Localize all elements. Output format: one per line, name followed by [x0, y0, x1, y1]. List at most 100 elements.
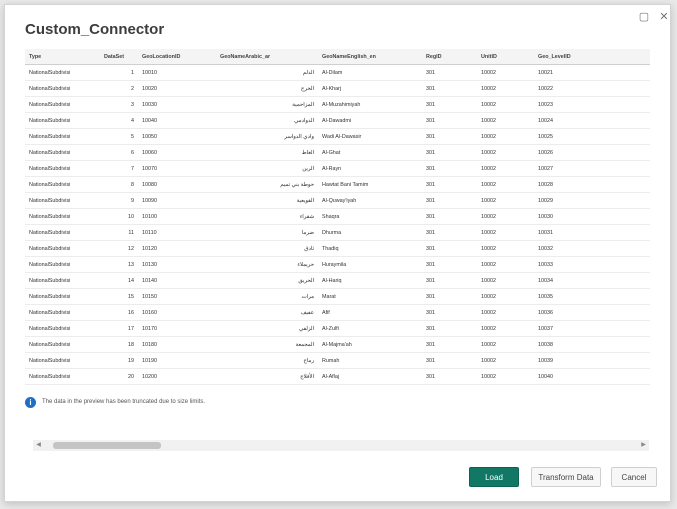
table-row[interactable]: NationalSubdivisi 20 10200 الأفلاج Al-Aflaj 3…	[25, 368, 650, 385]
cancel-button[interactable]: Cancel	[611, 467, 657, 487]
table-cell: Al-Dilam	[318, 64, 422, 81]
table-row[interactable]: NationalSubdivisi 12 10120 ثادق Thadiq 301 100…	[25, 240, 650, 257]
table-cell: 10002	[477, 336, 534, 353]
table-row[interactable]: NationalSubdivisi 7 10070 الرين Al-Rayn 301 10…	[25, 160, 650, 177]
table-cell: 10120	[138, 240, 216, 257]
table-cell: عفيف	[216, 304, 318, 321]
restore-icon[interactable]: ▢	[635, 9, 653, 25]
table-cell: 301	[422, 320, 477, 337]
table-cell: 10080	[138, 176, 216, 193]
scroll-left-icon[interactable]: ◀	[33, 440, 44, 451]
table-cell: 10100	[138, 208, 216, 225]
column-header[interactable]: RegID	[422, 49, 477, 65]
table-cell: NationalSubdivisi	[25, 192, 100, 209]
table-cell: NationalSubdivisi	[25, 288, 100, 305]
table-cell: 10002	[477, 80, 534, 97]
table-cell: رماح	[216, 352, 318, 369]
column-header[interactable]: Type	[25, 49, 100, 65]
table-row[interactable]: NationalSubdivisi 10 10100 شقراء Shaqra 301 10…	[25, 208, 650, 225]
table-cell: 10200	[138, 368, 216, 385]
transform-data-button[interactable]: Transform Data	[531, 467, 601, 487]
table-cell: 10002	[477, 368, 534, 385]
table-cell: 10024	[534, 112, 650, 129]
table-cell: 301	[422, 160, 477, 177]
scroll-right-icon[interactable]: ▶	[638, 440, 649, 451]
table-cell: Al-Ghat	[318, 144, 422, 161]
column-header[interactable]: UnitID	[477, 49, 534, 65]
table-cell: 11	[100, 224, 138, 241]
table-row[interactable]: NationalSubdivisi 1 10010 الدلم Al-Dilam 301 1…	[25, 64, 650, 81]
table-cell: Al-Quway'iyah	[318, 192, 422, 209]
table-cell: 301	[422, 176, 477, 193]
table-cell: NationalSubdivisi	[25, 144, 100, 161]
table-row[interactable]: NationalSubdivisi 9 10090 القويعية Al-Quway'…	[25, 192, 650, 209]
table-cell: 10110	[138, 224, 216, 241]
table-cell: 10002	[477, 320, 534, 337]
table-row[interactable]: NationalSubdivisi 14 10140 الحريق Al-Hariq 30…	[25, 272, 650, 289]
table-cell: 10002	[477, 224, 534, 241]
table-cell: حوطة بني تميم	[216, 176, 318, 193]
table-cell: الغاط	[216, 144, 318, 161]
table-row[interactable]: NationalSubdivisi 17 10170 الزلفي Al-Zulfi 30…	[25, 320, 650, 337]
close-icon[interactable]: ✕	[655, 9, 673, 25]
load-button[interactable]: Load	[469, 467, 519, 487]
table-cell: 13	[100, 256, 138, 273]
table-cell: 301	[422, 208, 477, 225]
table-cell: 10002	[477, 272, 534, 289]
table-cell: 10002	[477, 352, 534, 369]
table-cell: Al-Muzahimiyah	[318, 96, 422, 113]
table-cell: NationalSubdivisi	[25, 352, 100, 369]
table-cell: 10031	[534, 224, 650, 241]
table-row[interactable]: NationalSubdivisi 15 10150 مرات Marat 301 1000…	[25, 288, 650, 305]
table-cell: 10021	[534, 64, 650, 81]
table-row[interactable]: NationalSubdivisi 18 10180 المجمعة Al-Majma'…	[25, 336, 650, 353]
table-cell: 10002	[477, 192, 534, 209]
table-cell: 20	[100, 368, 138, 385]
truncation-notice: i The data in the preview has been trunc…	[25, 391, 650, 413]
table-cell: 10130	[138, 256, 216, 273]
table-cell: Huraymila	[318, 256, 422, 273]
preview-table[interactable]: Type DataSet GeoLocationID GeoNameArabic_ar…	[25, 49, 650, 389]
table-cell: 8	[100, 176, 138, 193]
column-header[interactable]: DataSet	[100, 49, 138, 65]
table-cell: ثادق	[216, 240, 318, 257]
table-row[interactable]: NationalSubdivisi 11 10110 ضرما Dhurma 301 100…	[25, 224, 650, 241]
table-row[interactable]: NationalSubdivisi 8 10080 حوطة بني تميم Hawt…	[25, 176, 650, 193]
table-cell: 10002	[477, 304, 534, 321]
table-cell: شقراء	[216, 208, 318, 225]
table-cell: الحريق	[216, 272, 318, 289]
column-header[interactable]: GeoNameEnglish_en	[318, 49, 422, 65]
table-cell: 10023	[534, 96, 650, 113]
table-cell: 10027	[534, 160, 650, 177]
table-row[interactable]: NationalSubdivisi 13 10130 حريملاء Huraymila…	[25, 256, 650, 273]
table-row[interactable]: NationalSubdivisi 5 10050 وادي الدواسر Wadi …	[25, 128, 650, 145]
column-header[interactable]: GeoLocationID	[138, 49, 216, 65]
table-cell: NationalSubdivisi	[25, 128, 100, 145]
table-cell: 301	[422, 288, 477, 305]
table-cell: Al-Dawadmi	[318, 112, 422, 129]
scrollbar-thumb[interactable]	[53, 442, 161, 449]
table-cell: 5	[100, 128, 138, 145]
horizontal-scrollbar[interactable]: ◀ ▶	[33, 440, 649, 451]
table-row[interactable]: NationalSubdivisi 19 10190 رماح Rumah 301 1000…	[25, 352, 650, 369]
table-row[interactable]: NationalSubdivisi 6 10060 الغاط Al-Ghat 301 10…	[25, 144, 650, 161]
table-cell: 4	[100, 112, 138, 129]
table-row[interactable]: NationalSubdivisi 4 10040 الدوادمي Al-Dawadm…	[25, 112, 650, 129]
table-cell: 10090	[138, 192, 216, 209]
table-row[interactable]: NationalSubdivisi 2 10020 الخرج Al-Kharj 301 1…	[25, 80, 650, 97]
table-cell: 10036	[534, 304, 650, 321]
table-cell: 10022	[534, 80, 650, 97]
table-row[interactable]: NationalSubdivisi 3 10030 المزاحمية Al-Muzah…	[25, 96, 650, 113]
table-cell: 10002	[477, 256, 534, 273]
table-cell: 19	[100, 352, 138, 369]
column-header[interactable]: GeoNameArabic_ar	[216, 49, 318, 65]
table-cell: 10180	[138, 336, 216, 353]
table-cell: 10030	[138, 96, 216, 113]
column-header[interactable]: Geo_LevelID	[534, 49, 650, 65]
table-row[interactable]: NationalSubdivisi 16 10160 عفيف Afif 301 10002…	[25, 304, 650, 321]
table-cell: 301	[422, 304, 477, 321]
table-cell: 301	[422, 192, 477, 209]
table-cell: الرين	[216, 160, 318, 177]
dialog-title: Custom_Connector	[25, 21, 165, 38]
table-cell: 10039	[534, 352, 650, 369]
